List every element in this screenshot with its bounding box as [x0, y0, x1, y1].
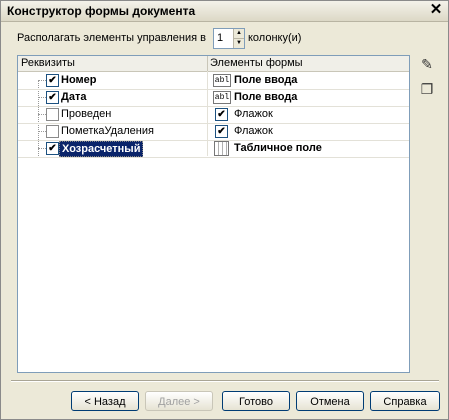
tree-connector [38, 97, 46, 98]
table-row[interactable]: ✔ Дата abl Поле ввода [18, 89, 409, 107]
header-attributes[interactable]: Реквизиты [21, 57, 75, 69]
attribute-name-selected[interactable]: Хозрасчетный [59, 141, 144, 157]
element-type[interactable]: Флажок [234, 108, 273, 120]
done-button[interactable]: Готово [222, 391, 290, 411]
back-button[interactable]: < Назад [71, 391, 139, 411]
cancel-button[interactable]: Отмена [296, 391, 364, 411]
spinner-buttons: ▲ ▼ [233, 29, 244, 48]
spinner-down-icon[interactable]: ▼ [234, 39, 244, 48]
table-row[interactable]: Проведен ✔ Флажок [18, 106, 409, 124]
tree-connector [38, 148, 46, 149]
table-field-icon [214, 141, 229, 156]
edit-checklist-icon[interactable]: ✎ [418, 55, 436, 73]
attribute-name: Дата [61, 91, 87, 103]
tree-connector [38, 114, 46, 115]
title-bar: Конструктор формы документа ✕ [1, 1, 448, 22]
element-checkbox-icon: ✔ [215, 125, 228, 138]
copy-layers-icon[interactable]: ❐ [418, 80, 436, 98]
spinner-up-icon[interactable]: ▲ [234, 29, 244, 39]
attribute-name: ПометкаУдаления [61, 125, 154, 137]
attribute-name: Проведен [61, 108, 112, 120]
arrange-label: Располагать элементы управления в [17, 32, 206, 44]
row-checkbox[interactable]: ✔ [46, 74, 59, 87]
grid-header: Реквизиты Элементы формы [18, 56, 409, 72]
columns-spinner[interactable]: 1 ▲ ▼ [213, 28, 245, 49]
element-type[interactable]: Табличное поле [234, 142, 322, 154]
attribute-name: Номер [61, 74, 97, 86]
row-checkbox[interactable]: ✔ [46, 91, 59, 104]
element-type[interactable]: Флажок [234, 125, 273, 137]
window-title: Конструктор формы документа [7, 4, 196, 18]
element-checkbox-icon: ✔ [215, 108, 228, 121]
columns-value[interactable]: 1 [217, 32, 223, 44]
row-checkbox[interactable] [46, 108, 59, 121]
form-constructor-window: Конструктор формы документа ✕ Располагат… [0, 0, 449, 420]
attributes-grid: Реквизиты Элементы формы ✔ Номер abl Пол… [17, 55, 410, 373]
close-icon[interactable]: ✕ [428, 2, 444, 18]
help-button[interactable]: Справка [370, 391, 440, 411]
table-row[interactable]: ПометкаУдаления ✔ Флажок [18, 123, 409, 141]
header-elements[interactable]: Элементы формы [210, 57, 303, 69]
footer-divider [11, 380, 439, 382]
table-row[interactable]: ✔ Номер abl Поле ввода [18, 72, 409, 90]
next-button[interactable]: Далее > [145, 391, 213, 411]
ab-input-icon: abl [213, 91, 231, 104]
table-row-selected[interactable]: ✔ Хозрасчетный Табличное поле [18, 140, 409, 158]
row-checkbox[interactable] [46, 125, 59, 138]
ab-input-icon: abl [213, 74, 231, 87]
tree-connector [38, 80, 46, 81]
header-separator [207, 56, 208, 71]
row-checkbox[interactable]: ✔ [46, 142, 59, 155]
tree-connector [38, 131, 46, 132]
element-type[interactable]: Поле ввода [234, 74, 297, 86]
columns-suffix-label: колонку(и) [248, 32, 302, 44]
element-type[interactable]: Поле ввода [234, 91, 297, 103]
